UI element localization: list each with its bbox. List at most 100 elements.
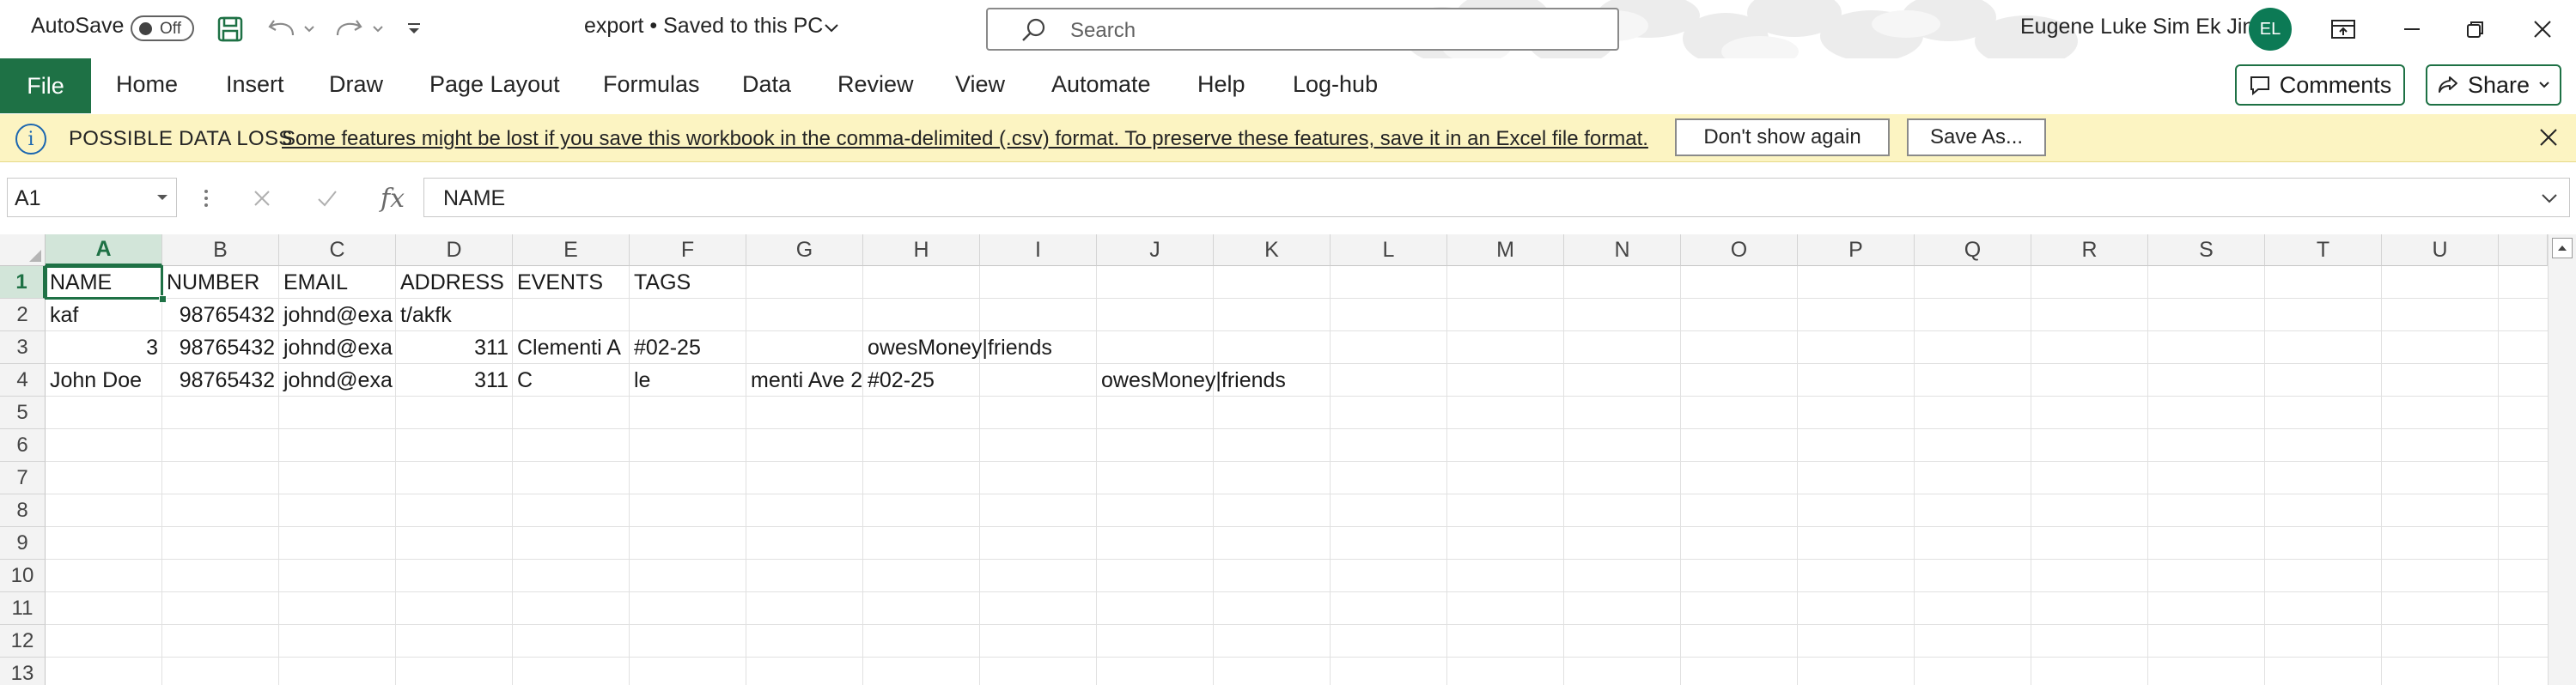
cell-c4[interactable]: johnd@exa — [279, 364, 396, 397]
cell-g4[interactable]: menti Ave 2 — [746, 364, 863, 397]
worksheet-grid[interactable]: ABCDEFGHIJKLMNOPQRSTU 1 2 3 4 5 6 7 8 9 10 11 12 13 … — [0, 234, 2576, 685]
select-all-corner[interactable] — [0, 234, 46, 266]
cell-b4[interactable]: 98765432 — [162, 364, 279, 397]
cell-e4[interactable]: C — [513, 364, 630, 397]
tab-automate[interactable]: Automate — [1051, 71, 1151, 98]
document-title[interactable]: export • Saved to this PC — [584, 14, 823, 39]
cell-c2[interactable]: johnd@exa — [279, 299, 396, 331]
column-header-i[interactable]: I — [980, 234, 1097, 266]
cell-c1[interactable]: EMAIL — [279, 266, 396, 299]
user-name[interactable]: Eugene Luke Sim Ek Jin — [2020, 15, 2254, 39]
row-header-10[interactable]: 10 — [0, 560, 46, 592]
row-header-13[interactable]: 13 — [0, 658, 46, 685]
dont-show-again-button[interactable]: Don't show again — [1675, 118, 1890, 156]
close-window-icon[interactable] — [2524, 12, 2561, 46]
cell-f3[interactable]: #02-25 — [630, 331, 746, 364]
cell-h3[interactable]: owesMoney|friends — [863, 331, 1052, 364]
row-header-1[interactable]: 1 — [0, 266, 46, 299]
row-header-12[interactable]: 12 — [0, 625, 46, 658]
redo-dropdown-chevron-icon[interactable] — [369, 12, 387, 46]
cell-j4[interactable]: owesMoney|friends — [1097, 364, 1286, 397]
column-header-u[interactable]: U — [2382, 234, 2499, 266]
tab-log-hub[interactable]: Log-hub — [1293, 71, 1378, 98]
cell-f1[interactable]: TAGS — [630, 266, 746, 299]
undo-dropdown-chevron-icon[interactable] — [301, 12, 318, 46]
scroll-up-button[interactable] — [2552, 238, 2573, 258]
row-header-7[interactable]: 7 — [0, 462, 46, 494]
tab-draw[interactable]: Draw — [329, 71, 383, 98]
column-header-f[interactable]: F — [630, 234, 746, 266]
tab-home[interactable]: Home — [116, 71, 178, 98]
column-header-k[interactable]: K — [1214, 234, 1331, 266]
cell-e3[interactable]: Clementi A — [513, 331, 630, 364]
cell-a3[interactable]: 3 — [46, 331, 162, 364]
column-header-h[interactable]: H — [863, 234, 980, 266]
search-box[interactable]: Search — [986, 8, 1619, 51]
column-header-q[interactable]: Q — [1915, 234, 2031, 266]
cancel-entry-icon[interactable] — [241, 181, 283, 215]
row-header-2[interactable]: 2 — [0, 299, 46, 331]
column-header-b[interactable]: B — [162, 234, 279, 266]
row-header-11[interactable]: 11 — [0, 592, 46, 625]
autosave-toggle[interactable]: Off — [131, 15, 194, 41]
column-header-p[interactable]: P — [1798, 234, 1915, 266]
column-header-m[interactable]: M — [1447, 234, 1564, 266]
column-header-j[interactable]: J — [1097, 234, 1214, 266]
row-header-9[interactable]: 9 — [0, 527, 46, 560]
name-box-dropdown-icon[interactable] — [155, 193, 169, 202]
cell-d2[interactable]: t/akfk — [396, 299, 513, 331]
tab-page-layout[interactable]: Page Layout — [429, 71, 560, 98]
cell-b1[interactable]: NUMBER — [162, 266, 279, 299]
close-message-icon[interactable] — [2536, 124, 2561, 150]
cell-a2[interactable]: kaf — [46, 299, 162, 331]
share-button[interactable]: Share — [2426, 64, 2561, 106]
cell-b2[interactable]: 98765432 — [162, 299, 279, 331]
expand-formula-bar-icon[interactable] — [2540, 192, 2559, 204]
document-title-chevron-icon[interactable] — [823, 22, 840, 34]
row-header-5[interactable]: 5 — [0, 397, 46, 429]
cell-b3[interactable]: 98765432 — [162, 331, 279, 364]
tab-file[interactable]: File — [0, 58, 91, 113]
confirm-entry-icon[interactable] — [306, 181, 349, 215]
column-header-a[interactable]: A — [46, 234, 162, 266]
tab-review[interactable]: Review — [837, 71, 914, 98]
tab-view[interactable]: View — [955, 71, 1005, 98]
tab-formulas[interactable]: Formulas — [603, 71, 700, 98]
minimize-icon[interactable] — [2393, 12, 2431, 46]
column-header-t[interactable]: T — [2265, 234, 2382, 266]
cell-e1[interactable]: EVENTS — [513, 266, 630, 299]
tab-help[interactable]: Help — [1197, 71, 1245, 98]
cell-h4[interactable]: #02-25 — [863, 364, 980, 397]
formula-bar-grip-icon[interactable] — [198, 181, 215, 215]
row-header-3[interactable]: 3 — [0, 331, 46, 364]
cell-d4[interactable]: 311 — [396, 364, 513, 397]
column-header-o[interactable]: O — [1681, 234, 1798, 266]
redo-icon[interactable] — [330, 12, 368, 46]
column-header-s[interactable]: S — [2148, 234, 2265, 266]
column-header-d[interactable]: D — [396, 234, 513, 266]
vertical-scrollbar[interactable] — [2548, 234, 2576, 685]
cell-d1[interactable]: ADDRESS — [396, 266, 513, 299]
ribbon-display-options-icon[interactable] — [2324, 12, 2362, 46]
name-box[interactable]: A1 — [7, 178, 177, 217]
column-header-c[interactable]: C — [279, 234, 396, 266]
formula-input[interactable]: NAME — [423, 178, 2570, 217]
avatar[interactable]: EL — [2249, 8, 2292, 51]
row-header-8[interactable]: 8 — [0, 494, 46, 527]
column-header-e[interactable]: E — [513, 234, 630, 266]
row-header-6[interactable]: 6 — [0, 429, 46, 462]
customize-quick-access-icon[interactable] — [402, 12, 426, 46]
fill-handle[interactable] — [159, 295, 167, 303]
row-header-4[interactable]: 4 — [0, 364, 46, 397]
save-as-button[interactable]: Save As... — [1907, 118, 2046, 156]
tab-insert[interactable]: Insert — [226, 71, 284, 98]
column-header-g[interactable]: G — [746, 234, 863, 266]
save-icon[interactable] — [213, 12, 247, 46]
comments-button[interactable]: Comments — [2235, 64, 2405, 106]
tab-data[interactable]: Data — [742, 71, 791, 98]
column-header-n[interactable]: N — [1564, 234, 1681, 266]
column-header-r[interactable]: R — [2031, 234, 2148, 266]
cell-c3[interactable]: johnd@exa — [279, 331, 396, 364]
undo-icon[interactable] — [263, 12, 301, 46]
column-header-l[interactable]: L — [1331, 234, 1447, 266]
